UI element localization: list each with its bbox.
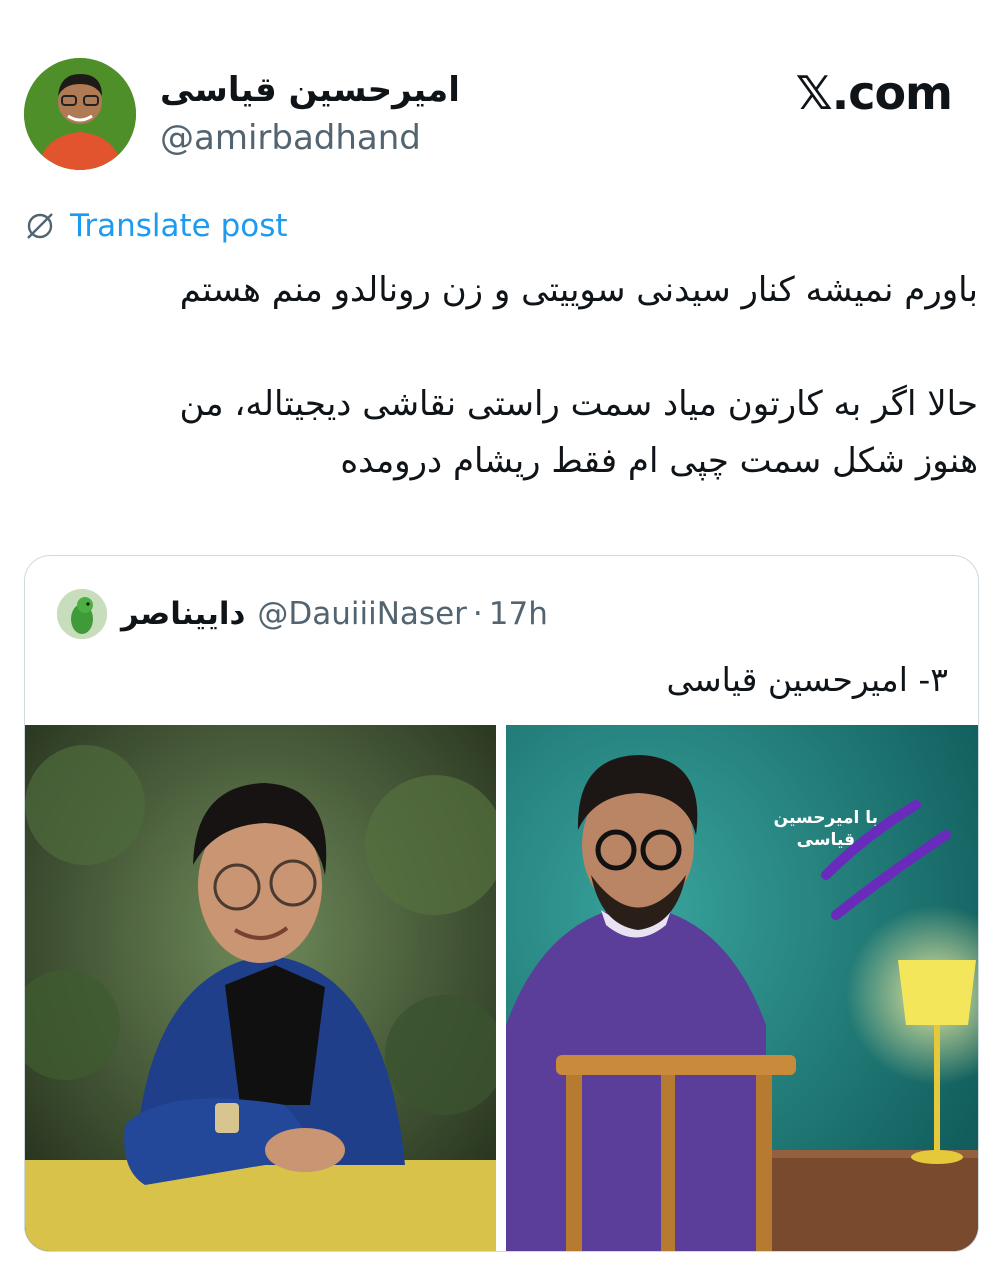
quoted-timestamp[interactable]: 17h <box>489 596 548 632</box>
quoted-tweet-card[interactable]: داییناصر @DauiiiNaser · 17h ٣- امیرحسین … <box>24 555 979 1252</box>
translate-label: Translate post <box>70 208 288 244</box>
quoted-author-name[interactable]: داییناصر <box>121 596 245 632</box>
translate-globe-icon <box>27 213 53 239</box>
brand-logo: 𝕏.com <box>795 66 953 120</box>
dino-avatar-icon <box>57 589 107 639</box>
poster-caption-line1: با امیرحسین <box>773 808 878 828</box>
poster-caption: با امیرحسین قیاسی <box>774 807 878 851</box>
meta-separator: · <box>472 596 483 632</box>
translate-post-button[interactable]: Translate post <box>22 206 288 246</box>
photo-man-at-table <box>25 725 496 1251</box>
quoted-author-avatar[interactable] <box>57 589 107 639</box>
quoted-tweet-text: ٣- امیرحسین قیاسی <box>666 660 949 699</box>
quoted-author-handle[interactable]: @DauiiiNaser <box>257 596 467 632</box>
quoted-tweet-header: داییناصر @DauiiiNaser · 17h <box>57 586 548 642</box>
tweet-text: باورم نمیشه کنار سیدنی سوییتی و زن رونال… <box>179 270 978 481</box>
author-avatar[interactable] <box>24 58 136 170</box>
poster-image <box>506 725 978 1251</box>
author-avatar-image <box>24 58 136 170</box>
quoted-media-poster-right[interactable]: با امیرحسین قیاسی <box>506 725 978 1251</box>
quoted-media-photo-left[interactable] <box>25 725 496 1251</box>
poster-caption-line2: قیاسی <box>796 830 856 850</box>
author-name[interactable]: امیرحسین قیاسی <box>160 70 460 110</box>
author-handle[interactable]: @amirbadhand <box>160 118 421 158</box>
